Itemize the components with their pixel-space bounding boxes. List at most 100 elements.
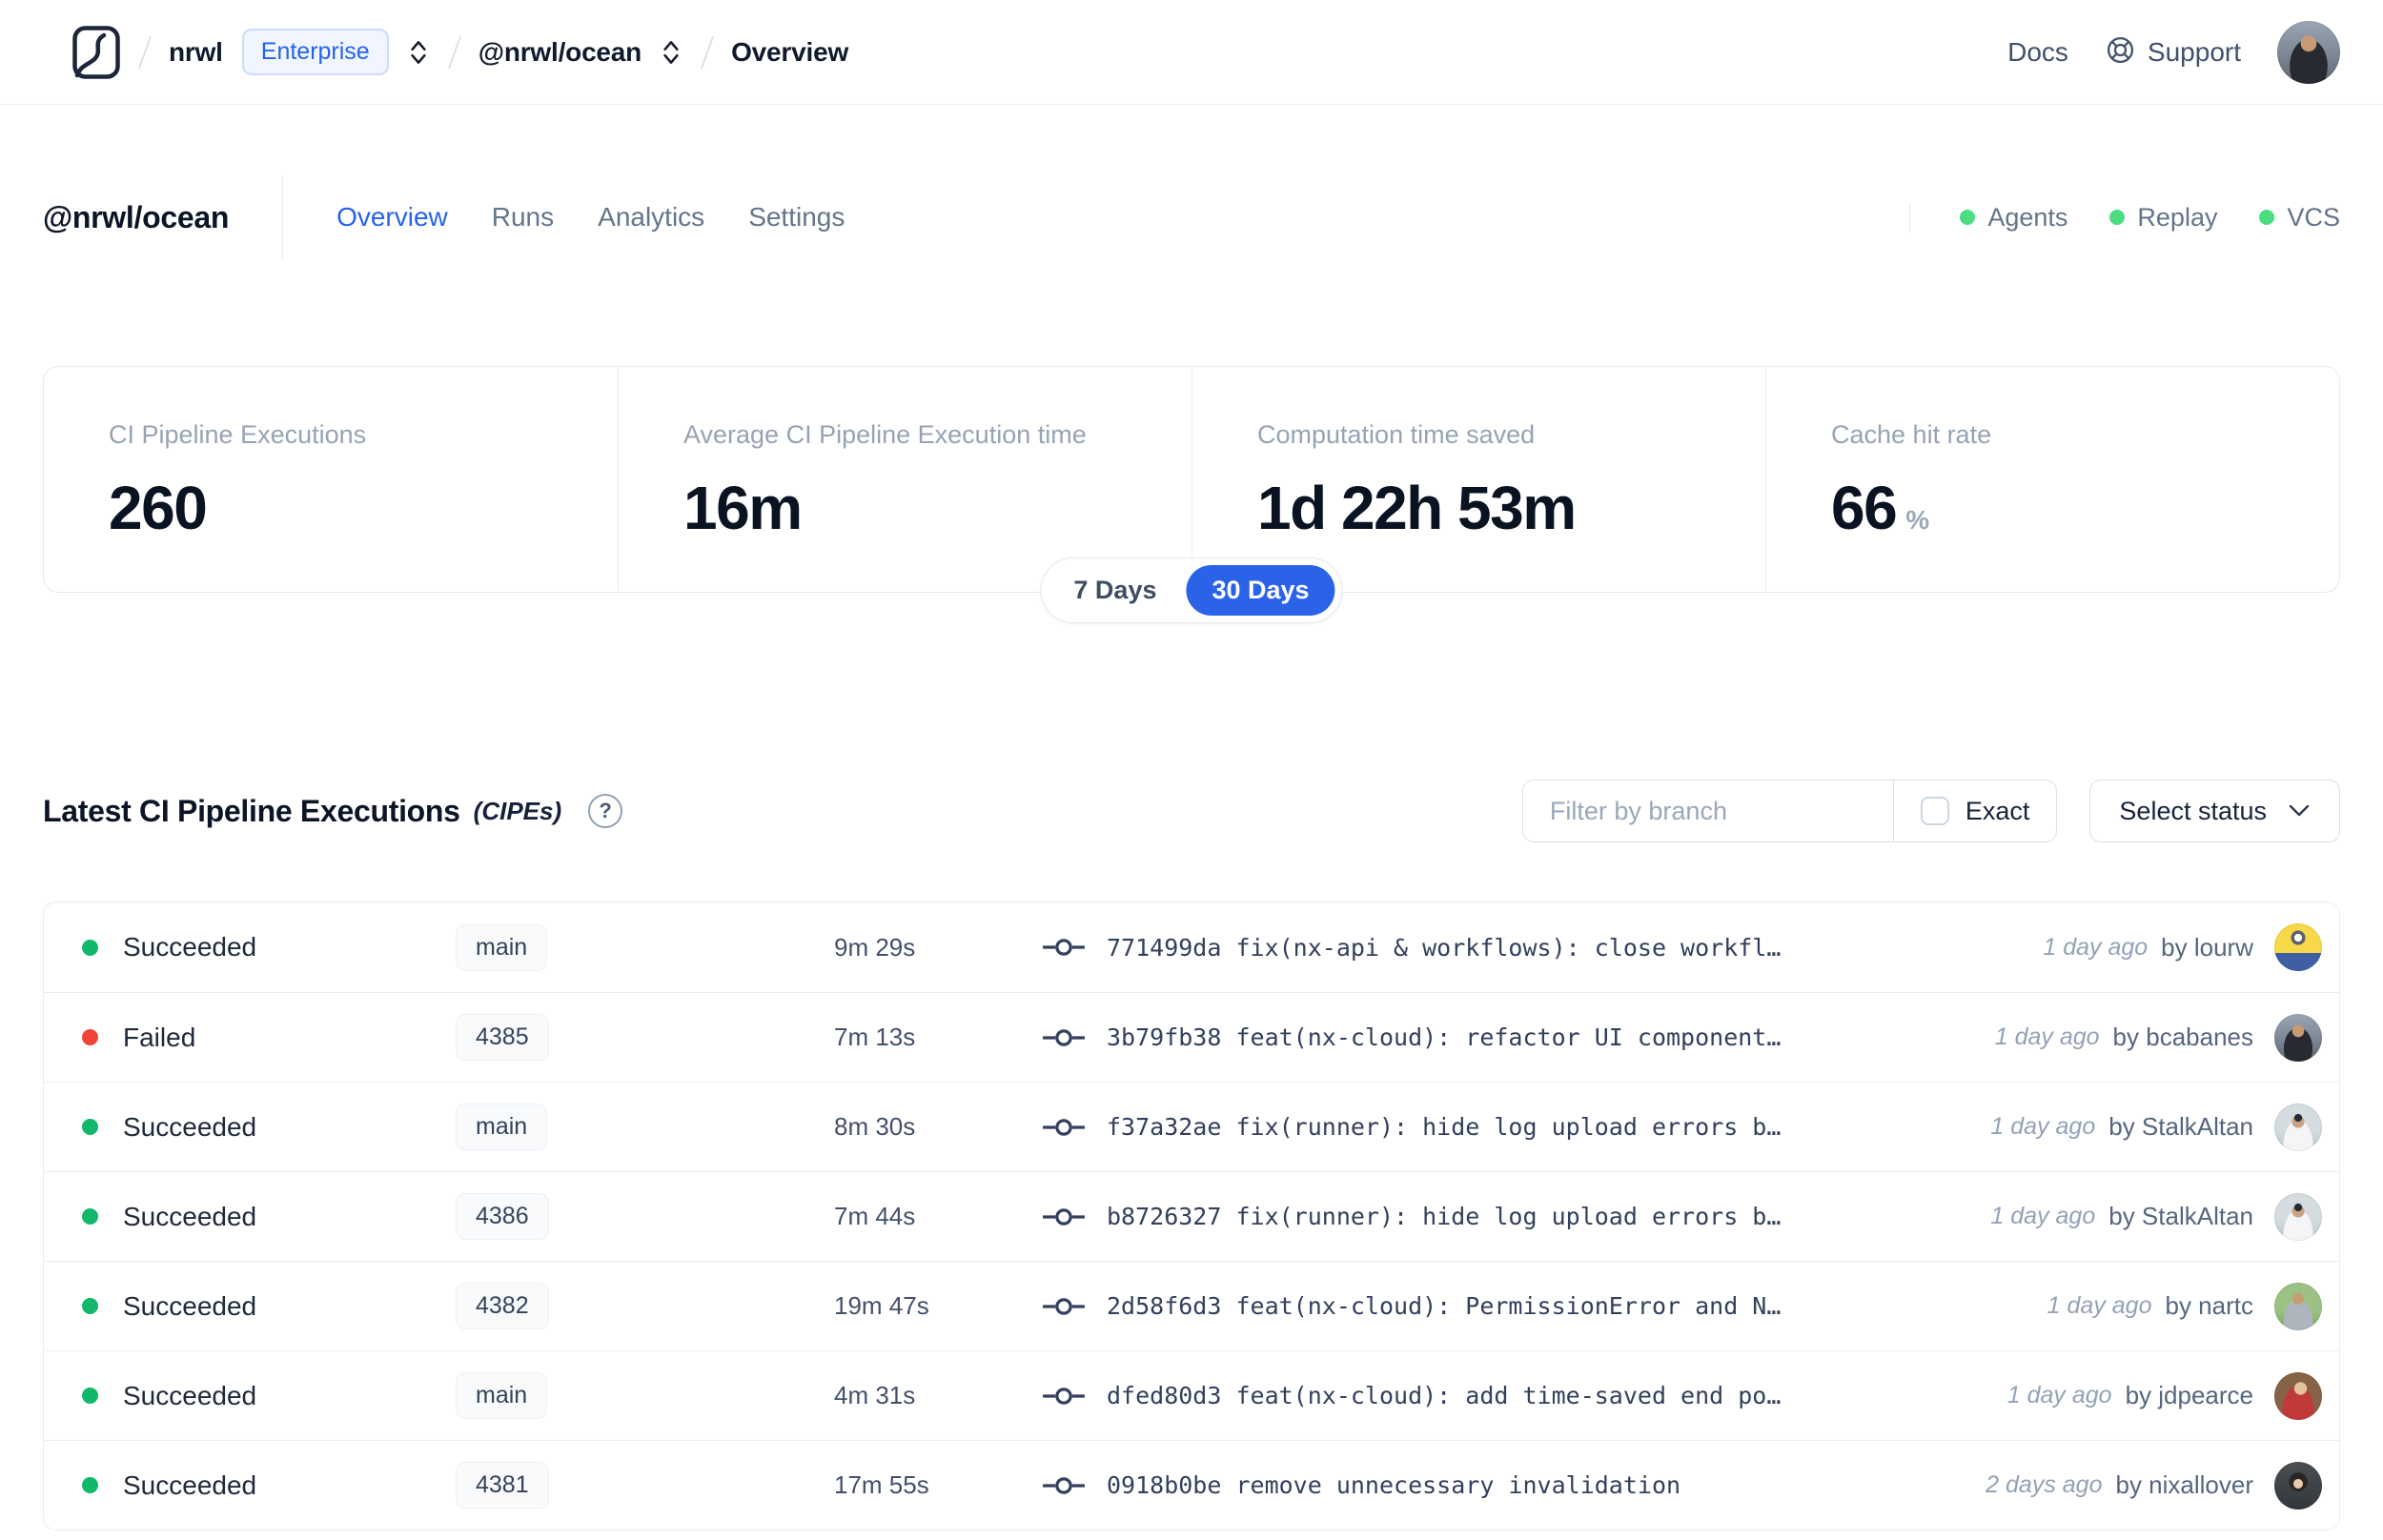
commit-message[interactable]: b8726327 fix(runner): hide log upload er… [1107, 1203, 1781, 1230]
green-dot-icon [1960, 210, 1976, 225]
cipe-table-body: Succeeded main 9m 29s 771499da fix(nx-ap… [44, 902, 2339, 1530]
meta-cell: 1 day ago by lourw [2020, 923, 2339, 971]
status-label: Succeeded [123, 1111, 257, 1142]
docs-link[interactable]: Docs [2007, 37, 2068, 68]
table-row[interactable]: Succeeded main 4m 31s dfed80d3 feat(nx-c… [44, 1350, 2339, 1440]
commit-message[interactable]: 771499da fix(nx-api & workflows): close … [1107, 934, 1781, 962]
status-label: Succeeded [123, 1201, 257, 1231]
lifebuoy-icon [2105, 34, 2136, 71]
status-dot-icon [82, 1477, 98, 1493]
time-ago: 1 day ago [1990, 1203, 2096, 1229]
author: by lourw [2161, 932, 2253, 962]
author: by StalkAltan [2108, 1202, 2253, 1230]
commit-message[interactable]: f37a32ae fix(runner): hide log upload er… [1107, 1113, 1781, 1141]
author-avatar [2274, 1103, 2322, 1151]
branch-chip[interactable]: main [456, 923, 548, 971]
duration: 4m 31s [834, 1381, 916, 1409]
commit-cell: 771499da fix(nx-api & workflows): close … [1042, 934, 2020, 962]
breadcrumb-slash [700, 35, 715, 69]
tab-runs[interactable]: Runs [492, 202, 554, 233]
tab-analytics[interactable]: Analytics [598, 202, 704, 233]
status-label: Succeeded [123, 1380, 257, 1410]
table-row[interactable]: Succeeded main 8m 30s f37a32ae fix(runne… [44, 1082, 2339, 1171]
branch-cell: main [456, 1104, 834, 1150]
branch-chip[interactable]: 4382 [456, 1283, 549, 1329]
breadcrumb-workspace[interactable]: @nrwl/ocean [479, 37, 642, 68]
author-avatar [2274, 1013, 2322, 1062]
table-row[interactable]: Succeeded 4386 7m 44s b8726327 fix(runne… [44, 1171, 2339, 1261]
time-ago: 2 days ago [1986, 1471, 2103, 1498]
stat-card-cache-hit-rate: Cache hit rate 66% [1765, 367, 2339, 592]
indicator-replay[interactable]: Replay [2109, 203, 2217, 233]
branch-chip[interactable]: 4381 [456, 1462, 549, 1509]
help-icon[interactable]: ? [588, 794, 623, 828]
branch-chip[interactable]: main [456, 1104, 548, 1150]
commit-cell: 3b79fb38 feat(nx-cloud): refactor UI com… [1042, 1023, 1972, 1051]
meta-cell: 2 days ago by nixallover [1963, 1461, 2339, 1510]
exact-checkbox[interactable] [1920, 797, 1949, 825]
commit-message[interactable]: 2d58f6d3 feat(nx-cloud): PermissionError… [1107, 1292, 1781, 1320]
status-dot-icon [82, 1208, 98, 1225]
indicator-vcs[interactable]: VCS [2259, 203, 2340, 233]
table-row[interactable]: Succeeded 4382 19m 47s 2d58f6d3 feat(nx-… [44, 1261, 2339, 1350]
commit-cell: b8726327 fix(runner): hide log upload er… [1042, 1203, 1967, 1230]
author-avatar [2274, 1192, 2322, 1241]
commit-message[interactable]: dfed80d3 feat(nx-cloud): add time-saved … [1107, 1382, 1781, 1409]
status-label: Succeeded [123, 932, 257, 962]
status-dot-icon [82, 1298, 98, 1314]
nx-cloud-logo-icon[interactable] [71, 25, 121, 80]
indicator-agents[interactable]: Agents [1960, 203, 2067, 233]
table-row[interactable]: Failed 4385 7m 13s 3b79fb38 feat(nx-clou… [44, 992, 2339, 1082]
section-title: Latest CI Pipeline Executions [43, 793, 460, 828]
author-avatar [2274, 1282, 2322, 1330]
commit-cell: f37a32ae fix(runner): hide log upload er… [1042, 1113, 1967, 1141]
status-label: Succeeded [123, 1469, 257, 1500]
range-30-days-button[interactable]: 30 Days [1186, 565, 1335, 616]
select-status-dropdown[interactable]: Select status [2089, 780, 2340, 842]
status-cell: Succeeded [44, 1202, 456, 1232]
green-dot-icon [2259, 210, 2275, 225]
duration: 7m 13s [834, 1023, 916, 1051]
meta-cell: 1 day ago by StalkAltan [1967, 1103, 2339, 1151]
git-commit-icon [1043, 1028, 1085, 1046]
author: by nartc [2165, 1291, 2254, 1320]
branch-chip[interactable]: 4385 [456, 1014, 549, 1061]
breadcrumb: nrwl Enterprise @nrwl/ocean Overview [71, 25, 848, 80]
commit-cell: 0918b0be remove unnecessary invalidation [1042, 1471, 1963, 1499]
duration: 9m 29s [834, 932, 916, 962]
branch-filter-input[interactable] [1522, 780, 1893, 841]
table-row[interactable]: Succeeded 4381 17m 55s 0918b0be remove u… [44, 1440, 2339, 1530]
tab-overview[interactable]: Overview [336, 202, 448, 233]
breadcrumb-page: Overview [731, 36, 849, 67]
cipe-table: Succeeded main 9m 29s 771499da fix(nx-ap… [43, 902, 2340, 1530]
time-ago: 1 day ago [2043, 933, 2149, 961]
commit-message[interactable]: 0918b0be remove unnecessary invalidation [1107, 1471, 1680, 1499]
org-switcher-icon[interactable] [406, 37, 431, 68]
git-commit-icon [1043, 939, 1085, 956]
user-avatar[interactable] [2277, 20, 2340, 84]
breadcrumb-slash [137, 35, 153, 69]
enterprise-badge: Enterprise [241, 29, 389, 75]
status-label: Succeeded [123, 1290, 257, 1321]
table-row[interactable]: Succeeded main 9m 29s 771499da fix(nx-ap… [44, 902, 2339, 992]
status-dot-icon [82, 1119, 98, 1135]
meta-cell: 1 day ago by StalkAltan [1967, 1192, 2339, 1241]
status-cell: Succeeded [44, 932, 456, 962]
commit-message[interactable]: 3b79fb38 feat(nx-cloud): refactor UI com… [1107, 1023, 1781, 1051]
branch-cell: 4381 [456, 1462, 834, 1509]
branch-filter-group: Exact [1521, 780, 2058, 842]
git-commit-icon [1043, 1476, 1085, 1494]
branch-cell: main [456, 923, 834, 971]
time-ago: 1 day ago [1990, 1113, 2096, 1140]
support-link[interactable]: Support [2105, 34, 2241, 71]
branch-chip[interactable]: main [456, 1372, 548, 1419]
branch-cell: 4385 [456, 1014, 834, 1061]
breadcrumb-org[interactable]: nrwl [169, 37, 223, 68]
range-7-days-button[interactable]: 7 Days [1048, 565, 1182, 616]
branch-chip[interactable]: 4386 [456, 1193, 549, 1240]
status-cell: Succeeded [44, 1381, 456, 1411]
workspace-switcher-icon[interactable] [659, 37, 683, 68]
meta-cell: 1 day ago by nartc [2025, 1282, 2339, 1330]
tab-settings[interactable]: Settings [748, 202, 845, 233]
section-title-suffix: (CIPEs) [473, 796, 562, 825]
